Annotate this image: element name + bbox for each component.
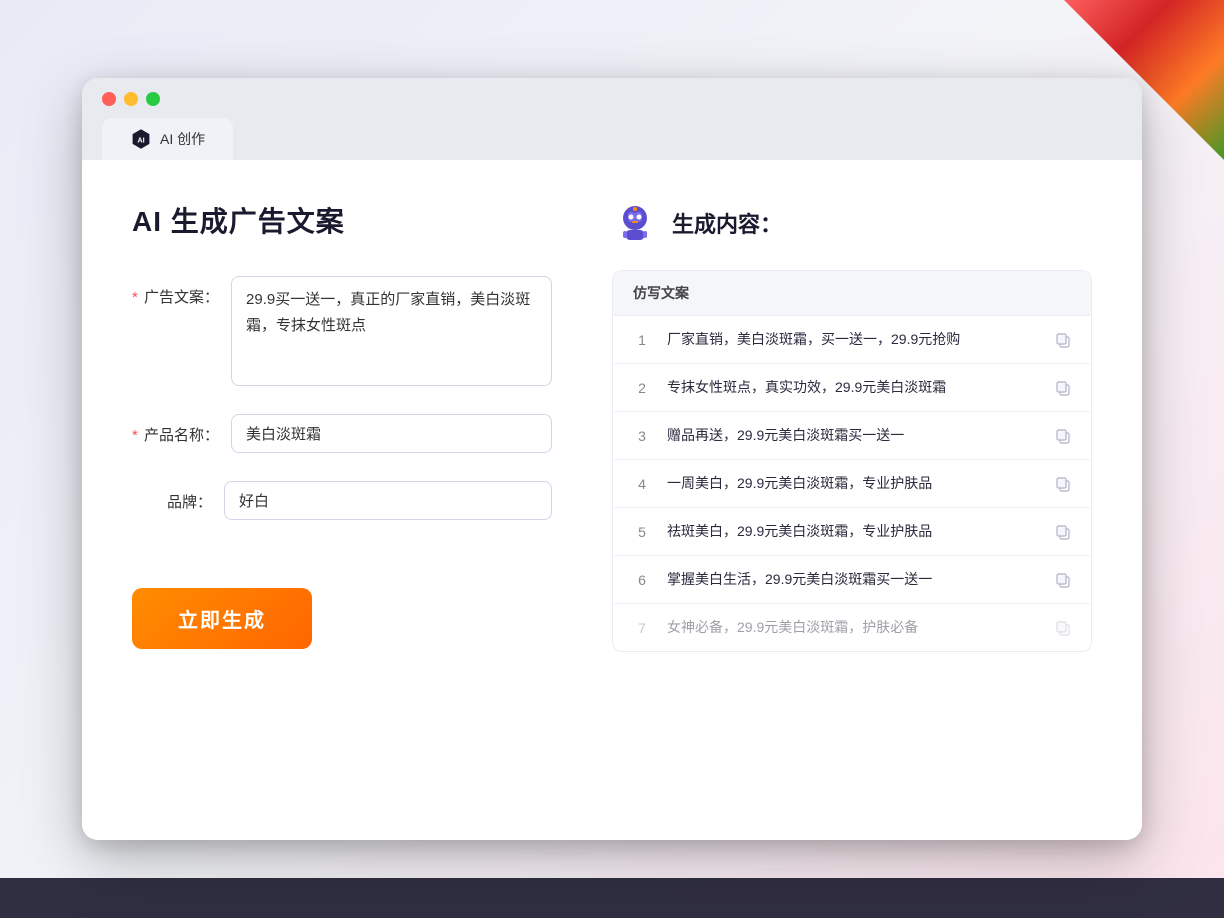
maximize-button[interactable] xyxy=(146,92,160,106)
row-number: 5 xyxy=(633,524,651,540)
ad-copy-input[interactable] xyxy=(231,276,552,386)
row-number: 4 xyxy=(633,476,651,492)
product-name-group: * 产品名称： xyxy=(132,414,552,453)
brand-input[interactable] xyxy=(224,481,552,520)
table-header: 仿写文案 xyxy=(613,271,1091,316)
copy-icon[interactable] xyxy=(1055,332,1071,348)
result-row: 2 专抹女性斑点，真实功效，29.9元美白淡斑霜 xyxy=(613,364,1091,412)
close-button[interactable] xyxy=(102,92,116,106)
brand-group: 品牌： xyxy=(132,481,552,520)
result-row: 6 掌握美白生活，29.9元美白淡斑霜买一送一 xyxy=(613,556,1091,604)
required-star-2: * xyxy=(132,427,138,444)
copy-icon[interactable] xyxy=(1055,620,1071,636)
row-number: 2 xyxy=(633,380,651,396)
robot-icon xyxy=(612,200,658,246)
row-text: 一周美白，29.9元美白淡斑霜，专业护肤品 xyxy=(667,473,1039,494)
product-name-label: * 产品名称： xyxy=(132,414,219,445)
svg-text:AI: AI xyxy=(137,136,144,145)
left-panel: AI 生成广告文案 * 广告文案： * 产品名称： 品牌 xyxy=(132,200,552,790)
ad-copy-label: * 广告文案： xyxy=(132,276,219,307)
ai-tab-icon: AI xyxy=(130,128,152,150)
row-text: 掌握美白生活，29.9元美白淡斑霜买一送一 xyxy=(667,569,1039,590)
page-title: AI 生成广告文案 xyxy=(132,200,552,240)
window-controls xyxy=(102,92,1122,106)
tab-label: AI 创作 xyxy=(160,129,205,149)
result-row: 5 祛斑美白，29.9元美白淡斑霜，专业护肤品 xyxy=(613,508,1091,556)
row-text: 祛斑美白，29.9元美白淡斑霜，专业护肤品 xyxy=(667,521,1039,542)
copy-icon[interactable] xyxy=(1055,524,1071,540)
result-row: 4 一周美白，29.9元美白淡斑霜，专业护肤品 xyxy=(613,460,1091,508)
brand-label: 品牌： xyxy=(132,481,212,512)
browser-content: AI 生成广告文案 * 广告文案： * 产品名称： 品牌 xyxy=(82,160,1142,840)
result-row: 1 厂家直销，美白淡斑霜，买一送一，29.9元抢购 xyxy=(613,316,1091,364)
row-text: 专抹女性斑点，真实功效，29.9元美白淡斑霜 xyxy=(667,377,1039,398)
generate-button[interactable]: 立即生成 xyxy=(132,588,312,649)
row-number: 3 xyxy=(633,428,651,444)
result-table: 仿写文案 1 厂家直销，美白淡斑霜，买一送一，29.9元抢购 2 专抹女性斑点，真实… xyxy=(612,270,1092,652)
row-number: 6 xyxy=(633,572,651,588)
result-header: 生成内容： xyxy=(612,200,1092,246)
copy-icon[interactable] xyxy=(1055,428,1071,444)
copy-icon[interactable] xyxy=(1055,572,1071,588)
product-name-input[interactable] xyxy=(231,414,552,453)
result-row: 3 赠品再送，29.9元美白淡斑霜买一送一 xyxy=(613,412,1091,460)
row-text: 女神必备，29.9元美白淡斑霜，护肤必备 xyxy=(667,617,1039,638)
bottom-decoration xyxy=(0,878,1224,918)
result-title: 生成内容： xyxy=(672,207,782,239)
tab-bar: AI AI 创作 xyxy=(102,118,1122,160)
row-number: 7 xyxy=(633,620,651,636)
row-text: 赠品再送，29.9元美白淡斑霜买一送一 xyxy=(667,425,1039,446)
copy-icon[interactable] xyxy=(1055,476,1071,492)
tab-ai-create[interactable]: AI AI 创作 xyxy=(102,118,233,160)
result-row: 7 女神必备，29.9元美白淡斑霜，护肤必备 xyxy=(613,604,1091,651)
minimize-button[interactable] xyxy=(124,92,138,106)
required-star-1: * xyxy=(132,289,138,306)
copy-icon[interactable] xyxy=(1055,380,1071,396)
browser-window: AI AI 创作 AI 生成广告文案 * 广告文案： * 产品 xyxy=(82,78,1142,840)
right-panel: 生成内容： 仿写文案 1 厂家直销，美白淡斑霜，买一送一，29.9元抢购 2 专抹女… xyxy=(612,200,1092,790)
row-number: 1 xyxy=(633,332,651,348)
ad-copy-group: * 广告文案： xyxy=(132,276,552,386)
row-text: 厂家直销，美白淡斑霜，买一送一，29.9元抢购 xyxy=(667,329,1039,350)
result-rows: 1 厂家直销，美白淡斑霜，买一送一，29.9元抢购 2 专抹女性斑点，真实功效，29… xyxy=(613,316,1091,651)
browser-chrome: AI AI 创作 xyxy=(82,78,1142,160)
